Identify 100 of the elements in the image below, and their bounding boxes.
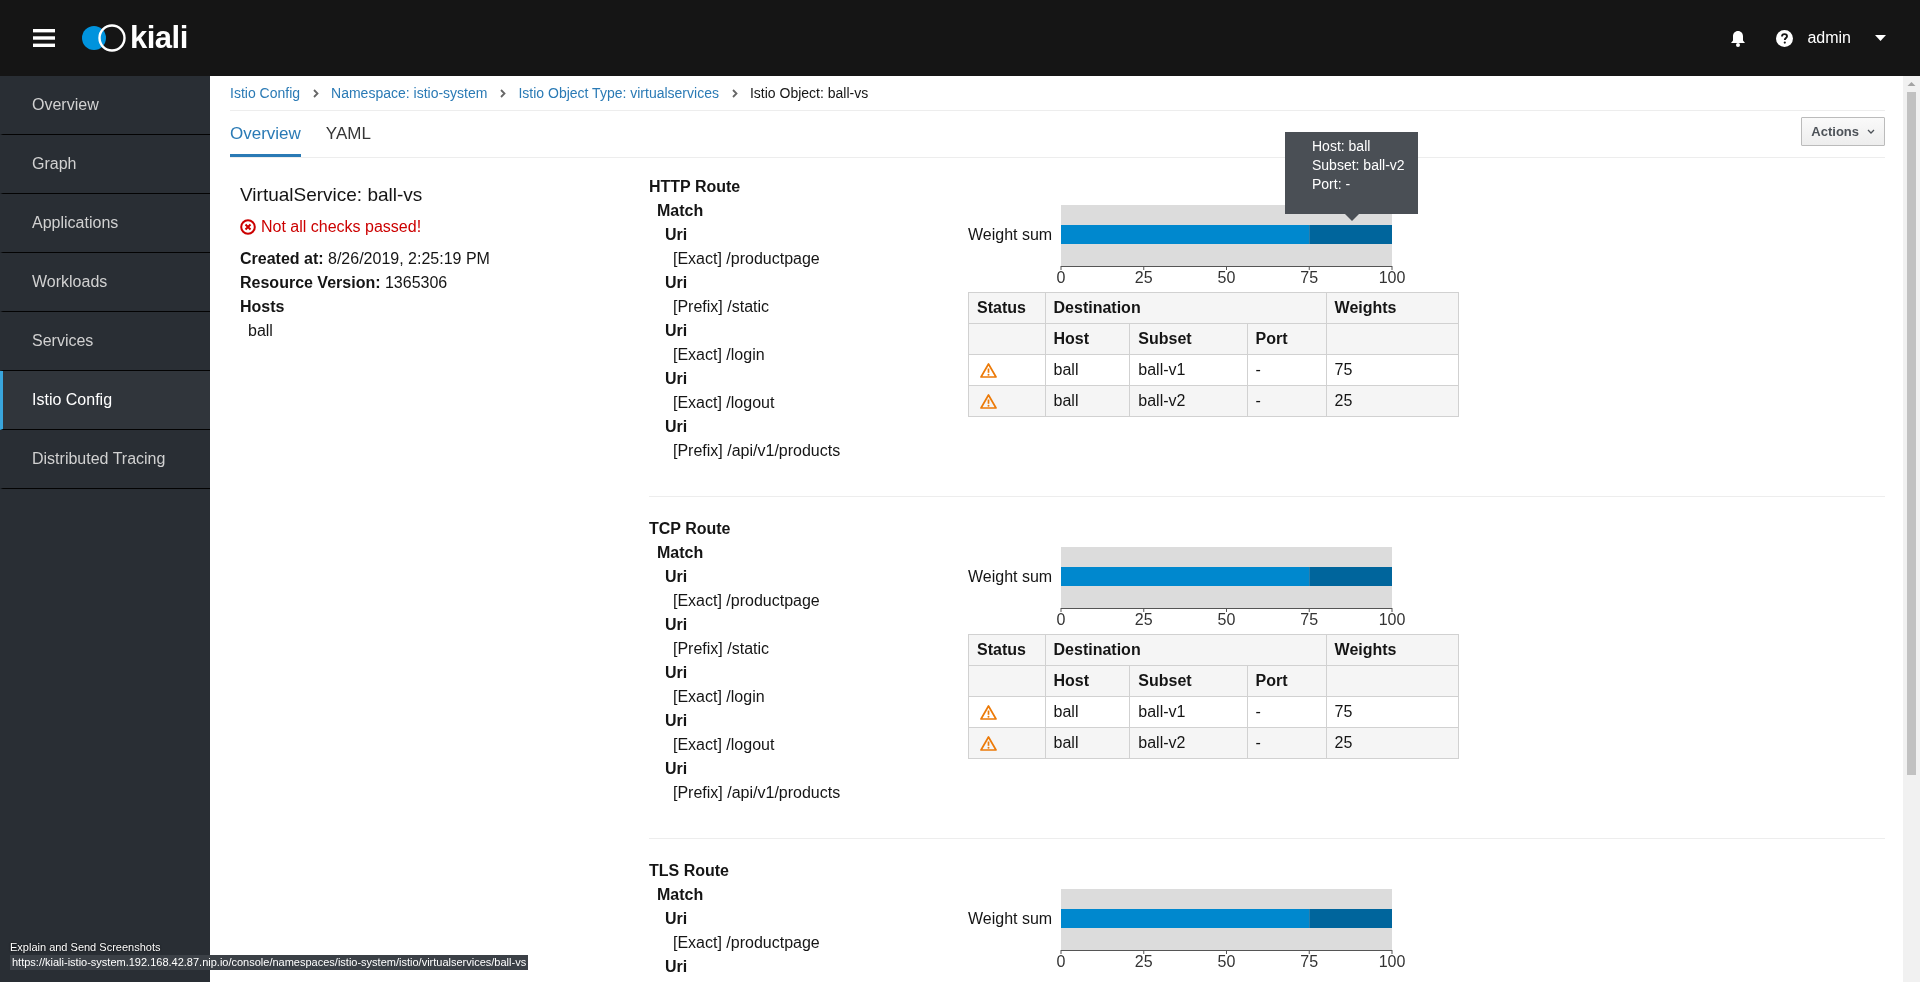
detail-field: Resource Version: 1365306 — [240, 271, 649, 295]
table-cell: 25 — [1326, 727, 1459, 759]
warning-icon — [980, 704, 997, 720]
validation-message: Not all checks passed! — [261, 217, 422, 237]
axis-tick-label: 100 — [1378, 611, 1406, 628]
tab[interactable]: YAML — [325, 111, 371, 157]
sidebar-item[interactable]: Istio Config — [0, 371, 210, 430]
match-value: [Prefix] /api/v1/products — [672, 783, 842, 803]
table-cell: 75 — [1326, 696, 1459, 728]
match-type: Uri — [664, 567, 689, 587]
match-value: [Exact] /login — [672, 345, 766, 365]
axis-tick-label: 50 — [1217, 953, 1236, 970]
bar-segment[interactable] — [1309, 225, 1392, 244]
breadcrumb-link[interactable]: Istio Config — [230, 85, 301, 101]
chevron-right-icon — [500, 88, 507, 98]
match-label: Match — [656, 201, 705, 221]
table-cell: - — [1247, 385, 1327, 417]
table-cell: ball — [1045, 696, 1130, 728]
axis-tick-label: 75 — [1300, 953, 1319, 970]
match-type: Uri — [664, 663, 689, 683]
bar-segment[interactable] — [1061, 567, 1310, 586]
axis-tick-label: 0 — [1056, 611, 1066, 628]
match-type: Uri — [664, 615, 689, 635]
match-value: [Exact] /productpage — [672, 933, 821, 953]
table-cell: ball — [1045, 385, 1130, 417]
column-header: Host — [1045, 665, 1130, 697]
axis-tick-label: 25 — [1134, 953, 1153, 970]
table-cell: ball — [1045, 727, 1130, 759]
breadcrumb-link[interactable]: Namespace: istio-system — [331, 85, 488, 101]
axis-tick-label: 25 — [1134, 269, 1153, 286]
bar-segment[interactable] — [1061, 225, 1310, 244]
column-header: Weights — [1326, 292, 1459, 324]
bell-icon[interactable] — [1730, 29, 1747, 47]
column-header: Subset — [1129, 665, 1248, 697]
column-header: Status — [968, 634, 1046, 666]
caret-icon[interactable] — [1875, 35, 1886, 41]
axis-tick-label: 100 — [1378, 953, 1406, 970]
resource-title: VirtualService: ball-vs — [240, 183, 424, 207]
user-menu[interactable]: admin — [1807, 29, 1851, 47]
match-type: Uri — [664, 321, 689, 341]
column-header: Weights — [1326, 634, 1459, 666]
match-value: [Exact] /logout — [672, 735, 776, 755]
match-value: [Exact] /login — [672, 687, 766, 707]
warning-icon — [980, 362, 997, 378]
bar-segment[interactable] — [1061, 909, 1310, 928]
axis-tick-label: 0 — [1056, 269, 1066, 286]
axis-tick-label: 75 — [1300, 269, 1319, 286]
match-type: Uri — [664, 957, 689, 977]
axis-tick-label: 100 — [1378, 269, 1406, 286]
table-cell: 25 — [1326, 385, 1459, 417]
detail-field: Created at: 8/26/2019, 2:25:19 PM — [240, 247, 649, 271]
match-type: Uri — [664, 909, 689, 929]
table-cell: - — [1247, 727, 1327, 759]
route-title: TCP Route — [649, 519, 732, 539]
column-header: Port — [1247, 323, 1327, 355]
warning-icon — [980, 393, 997, 409]
help-icon[interactable] — [1776, 29, 1794, 47]
bar-segment[interactable] — [1309, 909, 1392, 928]
host-value: ball — [247, 321, 274, 341]
match-type: Uri — [664, 225, 689, 245]
axis-tick-label: 25 — [1134, 611, 1153, 628]
match-type: Uri — [664, 711, 689, 731]
status-title: Explain and Send Screenshots — [10, 940, 162, 955]
table-cell: ball-v2 — [1129, 385, 1248, 417]
breadcrumb-current: Istio Object: ball-vs — [749, 85, 869, 101]
match-type: Uri — [664, 369, 689, 389]
tooltip-text: Port: - — [1312, 175, 1352, 194]
axis-tick-label: 75 — [1300, 611, 1319, 628]
table-cell: ball — [1045, 354, 1130, 386]
match-value: [Exact] /logout — [672, 393, 776, 413]
bar-segment[interactable] — [1309, 567, 1392, 586]
chart-category-label: Weight sum — [968, 909, 1054, 928]
column-header: Destination — [1045, 292, 1327, 324]
tooltip-text: Host: ball — [1312, 137, 1372, 156]
actions-dropdown[interactable]: Actions — [1801, 116, 1885, 146]
route-title: HTTP Route — [649, 177, 742, 197]
menu-icon[interactable] — [33, 29, 55, 47]
column-header: Subset — [1129, 323, 1248, 355]
hosts-label: Hosts — [240, 297, 286, 317]
match-value: [Prefix] /static — [672, 639, 771, 659]
table-cell: ball-v2 — [1129, 727, 1248, 759]
match-value: [Exact] /productpage — [672, 591, 821, 611]
chart-category-label: Weight sum — [968, 225, 1054, 244]
chevron-right-icon — [313, 88, 320, 98]
route-title: TLS Route — [649, 861, 730, 881]
table-cell: - — [1247, 354, 1327, 386]
table-cell: - — [1247, 696, 1327, 728]
match-type: Uri — [664, 273, 689, 293]
logo-icon — [81, 24, 127, 52]
warning-icon — [980, 735, 997, 751]
column-header: Status — [968, 292, 1046, 324]
error-icon — [240, 219, 256, 235]
tab[interactable]: Overview — [230, 111, 301, 157]
breadcrumb-link[interactable]: Istio Object Type: virtualservices — [518, 85, 719, 101]
column-header: Destination — [1045, 634, 1327, 666]
match-label: Match — [656, 543, 705, 563]
logo-text: kiali — [130, 20, 188, 56]
tooltip-text: Subset: ball-v2 — [1312, 156, 1406, 175]
match-type: Uri — [664, 759, 689, 779]
match-value: [Exact] /productpage — [672, 249, 821, 269]
